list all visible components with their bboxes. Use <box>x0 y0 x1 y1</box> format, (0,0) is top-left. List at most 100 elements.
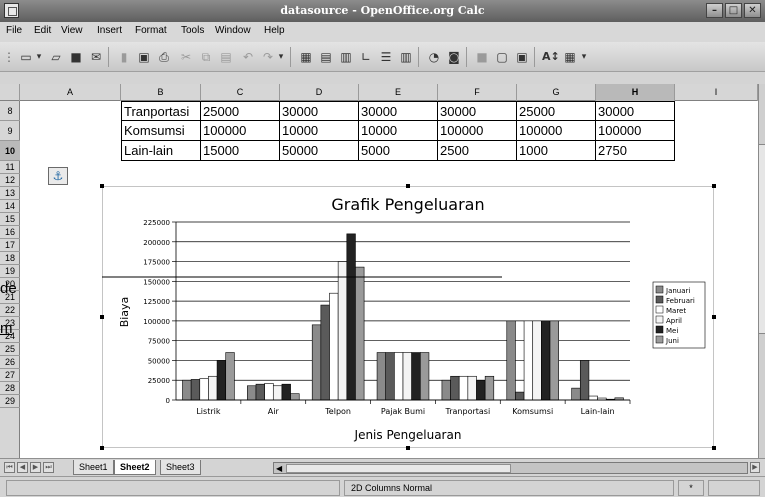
cell-f8[interactable]: 30000 <box>438 101 517 121</box>
axes-icon[interactable]: ∟ <box>358 49 374 65</box>
bar[interactable] <box>225 352 235 401</box>
vertical-scrollbar[interactable] <box>758 84 765 458</box>
bar[interactable] <box>441 379 451 401</box>
undo-icon[interactable]: ↶ <box>240 49 256 65</box>
bar[interactable] <box>247 385 257 401</box>
bar[interactable] <box>281 383 291 401</box>
anchor-icon[interactable]: ⚓ <box>48 167 68 185</box>
row-header-item[interactable]: 9 <box>0 121 20 141</box>
legend-icon[interactable]: ▤ <box>318 49 334 65</box>
row-header-item[interactable]: 25 <box>0 343 20 356</box>
row-header-item[interactable]: 17 <box>0 239 20 252</box>
bar[interactable] <box>385 352 395 401</box>
scroll-left-icon[interactable]: ◀ <box>276 463 282 474</box>
bar[interactable] <box>337 261 348 401</box>
bar[interactable] <box>467 375 477 401</box>
bar[interactable] <box>411 352 421 401</box>
menu-help[interactable]: Help <box>264 25 285 36</box>
bar[interactable] <box>476 379 486 401</box>
bar[interactable] <box>515 391 525 401</box>
chart-object[interactable]: Grafik Pengeluaran Biaya Jenis Pengeluar… <box>100 184 716 450</box>
bar[interactable] <box>588 395 598 401</box>
cell-b9[interactable]: Komsumsi <box>121 121 201 141</box>
cell-e9[interactable]: 10000 <box>359 121 438 141</box>
bar[interactable] <box>346 233 356 401</box>
cell-h10[interactable]: 2750 <box>596 141 675 161</box>
bar[interactable] <box>355 266 365 401</box>
redo-icon[interactable]: ↷ <box>260 49 276 65</box>
column-header-h[interactable]: H <box>596 84 675 101</box>
cell-h8[interactable]: 30000 <box>596 101 675 121</box>
edit-file-icon[interactable]: ▮ <box>116 49 132 65</box>
bar[interactable] <box>450 375 460 401</box>
cell-e8[interactable]: 30000 <box>359 101 438 121</box>
bar[interactable] <box>419 352 430 401</box>
x-axis-title[interactable]: Jenis Pengeluaran <box>354 428 462 442</box>
selection-handle[interactable] <box>100 184 104 188</box>
cell-f9[interactable]: 100000 <box>438 121 517 141</box>
scroll-right-icon[interactable]: ▶ <box>750 462 760 473</box>
selection-handle[interactable] <box>406 184 410 188</box>
row-header-item[interactable]: 29 <box>0 395 20 408</box>
column-header-b[interactable]: B <box>121 84 201 101</box>
vertical-scroll-thumb[interactable] <box>759 144 765 334</box>
bar[interactable] <box>190 379 201 401</box>
maximize-button[interactable]: □ <box>725 3 742 18</box>
close-button[interactable]: ✕ <box>744 3 761 18</box>
menu-window[interactable]: Window <box>215 25 251 36</box>
bar[interactable] <box>394 352 404 401</box>
row-header-item[interactable]: 10 <box>0 141 20 161</box>
row-header-item[interactable]: 27 <box>0 369 20 382</box>
column-header-c[interactable]: C <box>201 84 280 101</box>
row-header-item[interactable]: 13 <box>0 187 20 200</box>
vertical-grids-icon[interactable]: ▥ <box>398 49 414 65</box>
cut-icon[interactable]: ✂ <box>178 49 194 65</box>
horizontal-scroll-thumb[interactable] <box>286 464 511 473</box>
horizontal-grids-icon[interactable]: ☰ <box>378 49 394 65</box>
cell-c8[interactable]: 25000 <box>201 101 280 121</box>
bar[interactable] <box>402 352 412 401</box>
selection-handle[interactable] <box>100 446 104 450</box>
first-sheet-icon[interactable]: ⏮ <box>4 462 15 473</box>
chart-title[interactable]: Grafik Pengeluaran <box>331 195 484 214</box>
cell-b8[interactable]: Tranportasi <box>121 101 201 121</box>
selection-handle[interactable] <box>100 315 104 319</box>
tab-sheet1[interactable]: Sheet1 <box>73 460 114 475</box>
bar[interactable] <box>182 379 192 401</box>
cell-g10[interactable]: 1000 <box>517 141 596 161</box>
column-header-i[interactable]: I <box>675 84 758 101</box>
bar[interactable] <box>484 375 495 401</box>
bar[interactable] <box>290 393 300 401</box>
column-header-d[interactable]: D <box>280 84 359 101</box>
tab-sheet3[interactable]: Sheet3 <box>160 460 201 475</box>
minimize-button[interactable]: – <box>706 3 723 18</box>
cell-f10[interactable]: 2500 <box>438 141 517 161</box>
row-header-item[interactable]: 16 <box>0 226 20 239</box>
menu-file[interactable]: File <box>6 25 22 36</box>
selection-handle[interactable] <box>712 315 716 319</box>
cell-g9[interactable]: 100000 <box>517 121 596 141</box>
bar[interactable] <box>571 387 581 401</box>
cell-d10[interactable]: 50000 <box>280 141 359 161</box>
save-icon[interactable]: ■ <box>68 49 84 65</box>
autoformat-icon[interactable]: ◙ <box>446 49 462 65</box>
bar[interactable] <box>532 320 542 401</box>
bar[interactable] <box>376 352 387 401</box>
export-pdf-icon[interactable]: ▣ <box>136 49 152 65</box>
cell-h9[interactable]: 100000 <box>596 121 675 141</box>
cell-g8[interactable]: 25000 <box>517 101 596 121</box>
tab-sheet2[interactable]: Sheet2 <box>114 460 156 475</box>
row-header-item[interactable]: 18 <box>0 252 20 265</box>
cell-c9[interactable]: 100000 <box>201 121 280 141</box>
cell-d8[interactable]: 30000 <box>280 101 359 121</box>
menu-insert[interactable]: Insert <box>97 25 122 36</box>
cell-c10[interactable]: 15000 <box>201 141 280 161</box>
last-sheet-icon[interactable]: ⏭ <box>43 462 54 473</box>
paste-icon[interactable]: ▤ <box>218 49 234 65</box>
bar[interactable] <box>458 375 469 401</box>
chart-type-icon[interactable]: ◔ <box>426 49 442 65</box>
bar[interactable] <box>272 385 283 401</box>
axis-titles-icon[interactable]: ▥ <box>338 49 354 65</box>
bar[interactable] <box>523 320 534 401</box>
bar[interactable] <box>199 378 209 401</box>
